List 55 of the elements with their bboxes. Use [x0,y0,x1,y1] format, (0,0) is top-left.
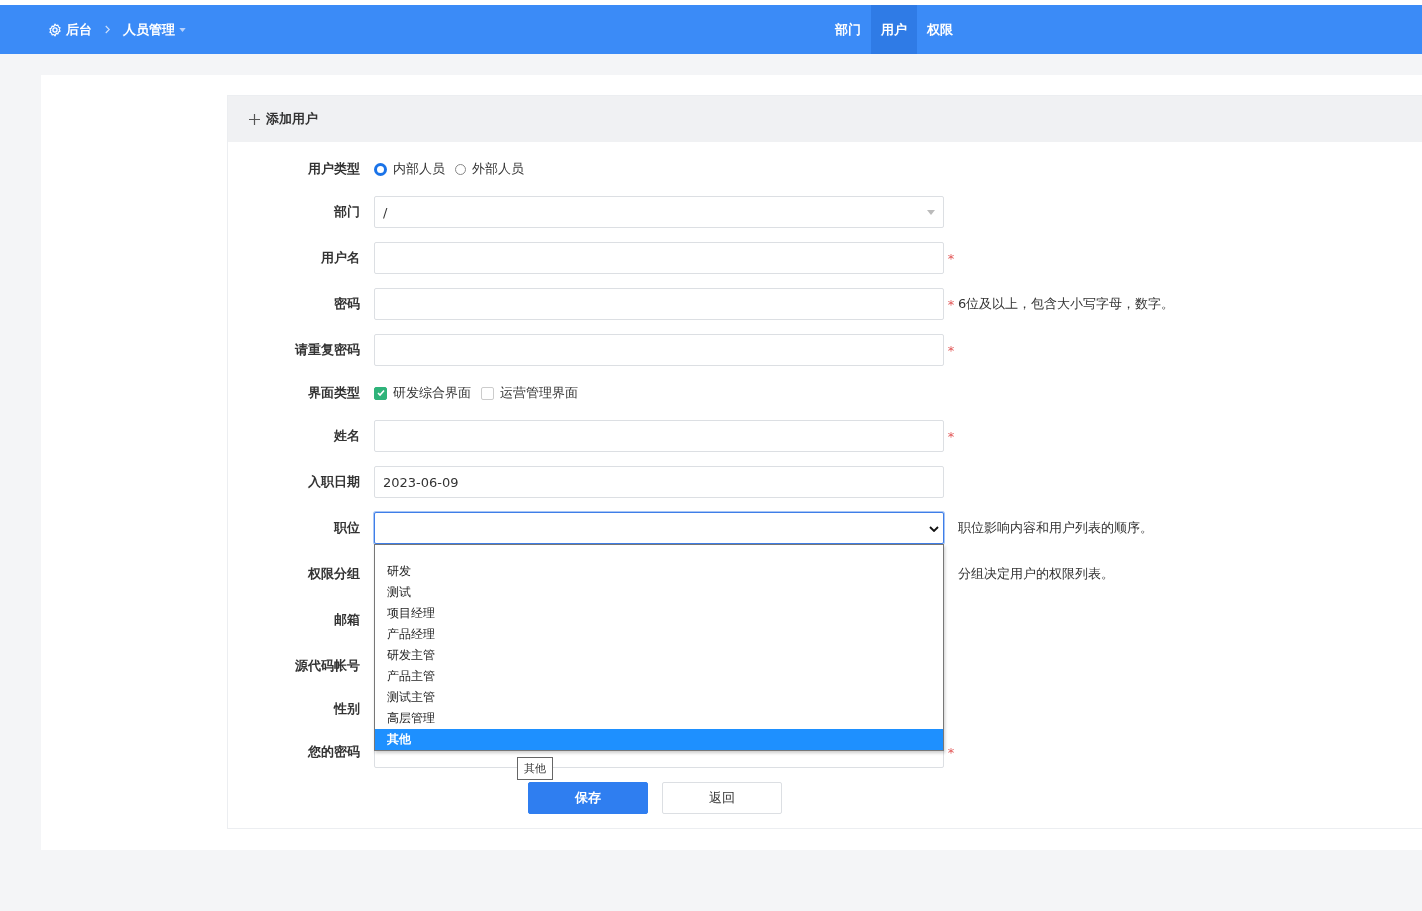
dropdown-option[interactable]: 测试 [375,582,943,603]
field-hint: 分组决定用户的权限列表。 [958,565,1114,583]
field-label: 源代码帐号 [294,657,361,675]
dropdown-option[interactable]: 高层管理 [375,708,943,729]
field-label: 密码 [333,295,361,313]
input-field[interactable] [374,288,944,320]
option-label: 外部人员 [472,160,524,178]
field-hint: 职位影响内容和用户列表的顺序。 [958,519,1153,537]
checkbox[interactable] [481,386,494,400]
input-field[interactable] [374,334,944,366]
settings-icon[interactable] [48,22,62,37]
field-label: 姓名 [333,427,361,445]
dropdown-option[interactable]: 测试主管 [375,687,943,708]
required-mark: * [946,342,956,358]
chevron-right-icon [104,25,111,34]
required-mark: * [946,428,956,444]
input-field[interactable] [374,420,944,452]
select-field[interactable] [374,512,944,544]
field-label: 用户类型 [307,160,361,178]
checkbox[interactable] [374,386,387,400]
tooltip: 其他 [517,757,553,780]
dropdown-option[interactable]: 研发 [375,561,943,582]
field-label: 性别 [332,700,361,718]
field-hint: 6位及以上，包含大小写字母，数字。 [958,295,1175,313]
select-field[interactable]: / [374,196,944,228]
required-mark: * [946,744,956,760]
radio-button[interactable] [374,162,387,176]
required-mark: * [946,250,956,266]
field-label: 部门 [333,203,361,221]
chevron-down-icon[interactable] [929,526,939,532]
caret-icon[interactable] [179,27,186,32]
field-label: 职位 [333,519,361,537]
input-field[interactable]: 2023-06-09 [374,466,944,498]
field-label: 界面类型 [307,384,361,402]
field-label: 用户名 [320,249,361,267]
nav-tab[interactable]: 用户 [871,5,917,54]
field-label: 入职日期 [307,473,361,491]
input-field[interactable] [374,242,944,274]
option-label: 内部人员 [393,160,445,178]
option-label: 研发综合界面 [393,384,471,402]
option-label: 运营管理界面 [500,384,578,402]
field-label: 权限分组 [307,565,361,583]
save-button[interactable]: 保存 [528,782,648,814]
field-label: 请重复密码 [293,341,361,359]
field-label: 邮箱 [333,611,361,629]
dropdown-option[interactable]: 项目经理 [375,603,943,624]
field-label: 您的密码 [306,743,361,761]
back-button[interactable]: 返回 [662,782,782,814]
required-mark: * [946,296,956,312]
dropdown-option[interactable]: 研发主管 [375,645,943,666]
panel-title: 添加用户 [266,110,318,128]
plus-icon [249,113,260,125]
dropdown-option[interactable]: 产品经理 [375,624,943,645]
dropdown-option[interactable]: 产品主管 [375,666,943,687]
caret-icon[interactable] [927,210,935,215]
